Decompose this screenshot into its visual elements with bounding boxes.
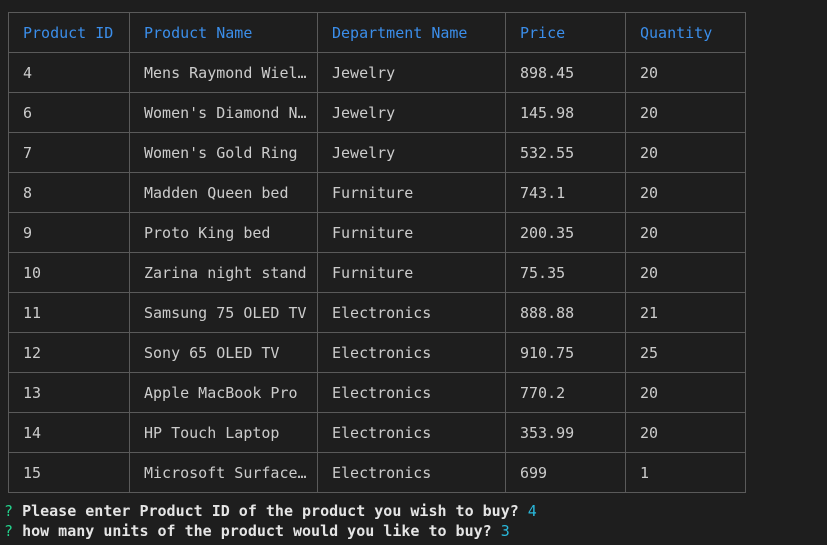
- cell-quantity: 20: [625, 92, 746, 133]
- cell-product-id: 4: [8, 52, 130, 93]
- cell-price: 200.35: [505, 212, 626, 253]
- cell-quantity: 20: [625, 172, 746, 213]
- cell-product-name: Women's Diamond N…: [129, 92, 318, 133]
- cell-price: 145.98: [505, 92, 626, 133]
- table-row: 14 HP Touch Laptop Electronics 353.99 20: [8, 412, 746, 453]
- cell-product-id: 10: [8, 252, 130, 293]
- cell-price: 770.2: [505, 372, 626, 413]
- cell-department-name: Electronics: [317, 412, 506, 453]
- cell-quantity: 1: [625, 452, 746, 493]
- cell-price: 532.55: [505, 132, 626, 173]
- cell-department-name: Jewelry: [317, 132, 506, 173]
- cell-product-name: Mens Raymond Wiel…: [129, 52, 318, 93]
- cell-product-id: 13: [8, 372, 130, 413]
- cell-product-id: 7: [8, 132, 130, 173]
- cell-price: 743.1: [505, 172, 626, 213]
- cell-department-name: Electronics: [317, 372, 506, 413]
- cell-price: 353.99: [505, 412, 626, 453]
- cell-product-id: 14: [8, 412, 130, 453]
- cell-price: 888.88: [505, 292, 626, 333]
- products-table: Product ID Product Name Department Name …: [8, 12, 746, 493]
- cell-product-name: Samsung 75 OLED TV: [129, 292, 318, 333]
- cell-department-name: Furniture: [317, 252, 506, 293]
- cell-department-name: Jewelry: [317, 92, 506, 133]
- prompt-product-id: ? Please enter Product ID of the product…: [4, 502, 537, 520]
- table-row: 6 Women's Diamond N… Jewelry 145.98 20: [8, 92, 746, 133]
- question-mark-icon: ?: [4, 522, 14, 540]
- cell-department-name: Furniture: [317, 212, 506, 253]
- cell-product-name: Apple MacBook Pro: [129, 372, 318, 413]
- cell-product-name: Madden Queen bed: [129, 172, 318, 213]
- prompt-question: Please enter Product ID of the product y…: [22, 502, 519, 520]
- prompt-answer: 4: [527, 502, 537, 520]
- table-row: 9 Proto King bed Furniture 200.35 20: [8, 212, 746, 253]
- header-quantity: Quantity: [625, 12, 746, 53]
- cell-product-name: Sony 65 OLED TV: [129, 332, 318, 373]
- prompt-answer: 3: [500, 522, 510, 540]
- cell-price: 910.75: [505, 332, 626, 373]
- table-row: 8 Madden Queen bed Furniture 743.1 20: [8, 172, 746, 213]
- cell-quantity: 20: [625, 212, 746, 253]
- table-row: 12 Sony 65 OLED TV Electronics 910.75 25: [8, 332, 746, 373]
- cell-price: 75.35: [505, 252, 626, 293]
- cell-department-name: Jewelry: [317, 52, 506, 93]
- cell-product-id: 15: [8, 452, 130, 493]
- cell-quantity: 20: [625, 52, 746, 93]
- cell-product-name: HP Touch Laptop: [129, 412, 318, 453]
- cell-product-name: Zarina night stand: [129, 252, 318, 293]
- cell-quantity: 20: [625, 412, 746, 453]
- cell-department-name: Electronics: [317, 332, 506, 373]
- cell-price: 898.45: [505, 52, 626, 93]
- cell-product-name: Proto King bed: [129, 212, 318, 253]
- cell-product-name: Microsoft Surface…: [129, 452, 318, 493]
- table-row: 10 Zarina night stand Furniture 75.35 20: [8, 252, 746, 293]
- question-mark-icon: ?: [4, 502, 14, 520]
- header-product-name: Product Name: [129, 12, 318, 53]
- cell-quantity: 20: [625, 252, 746, 293]
- cell-product-id: 11: [8, 292, 130, 333]
- cell-product-id: 6: [8, 92, 130, 133]
- cell-product-id: 9: [8, 212, 130, 253]
- cell-department-name: Furniture: [317, 172, 506, 213]
- table-row: 13 Apple MacBook Pro Electronics 770.2 20: [8, 372, 746, 413]
- cell-department-name: Electronics: [317, 292, 506, 333]
- header-price: Price: [505, 12, 626, 53]
- cell-quantity: 20: [625, 132, 746, 173]
- header-department-name: Department Name: [317, 12, 506, 53]
- cell-price: 699: [505, 452, 626, 493]
- prompt-units: ? how many units of the product would yo…: [4, 522, 510, 540]
- table-row: 7 Women's Gold Ring Jewelry 532.55 20: [8, 132, 746, 173]
- cell-product-name: Women's Gold Ring: [129, 132, 318, 173]
- table-row: 4 Mens Raymond Wiel… Jewelry 898.45 20: [8, 52, 746, 93]
- cell-department-name: Electronics: [317, 452, 506, 493]
- cell-quantity: 25: [625, 332, 746, 373]
- cell-product-id: 12: [8, 332, 130, 373]
- terminal-panel[interactable]: Product ID Product Name Department Name …: [0, 0, 827, 545]
- prompt-question: how many units of the product would you …: [22, 522, 492, 540]
- table-header-row: Product ID Product Name Department Name …: [8, 12, 746, 53]
- cell-quantity: 20: [625, 372, 746, 413]
- table-row: 11 Samsung 75 OLED TV Electronics 888.88 21: [8, 292, 746, 333]
- table-row: 15 Microsoft Surface… Electronics 699 1: [8, 452, 746, 493]
- header-product-id: Product ID: [8, 12, 130, 53]
- cell-quantity: 21: [625, 292, 746, 333]
- cell-product-id: 8: [8, 172, 130, 213]
